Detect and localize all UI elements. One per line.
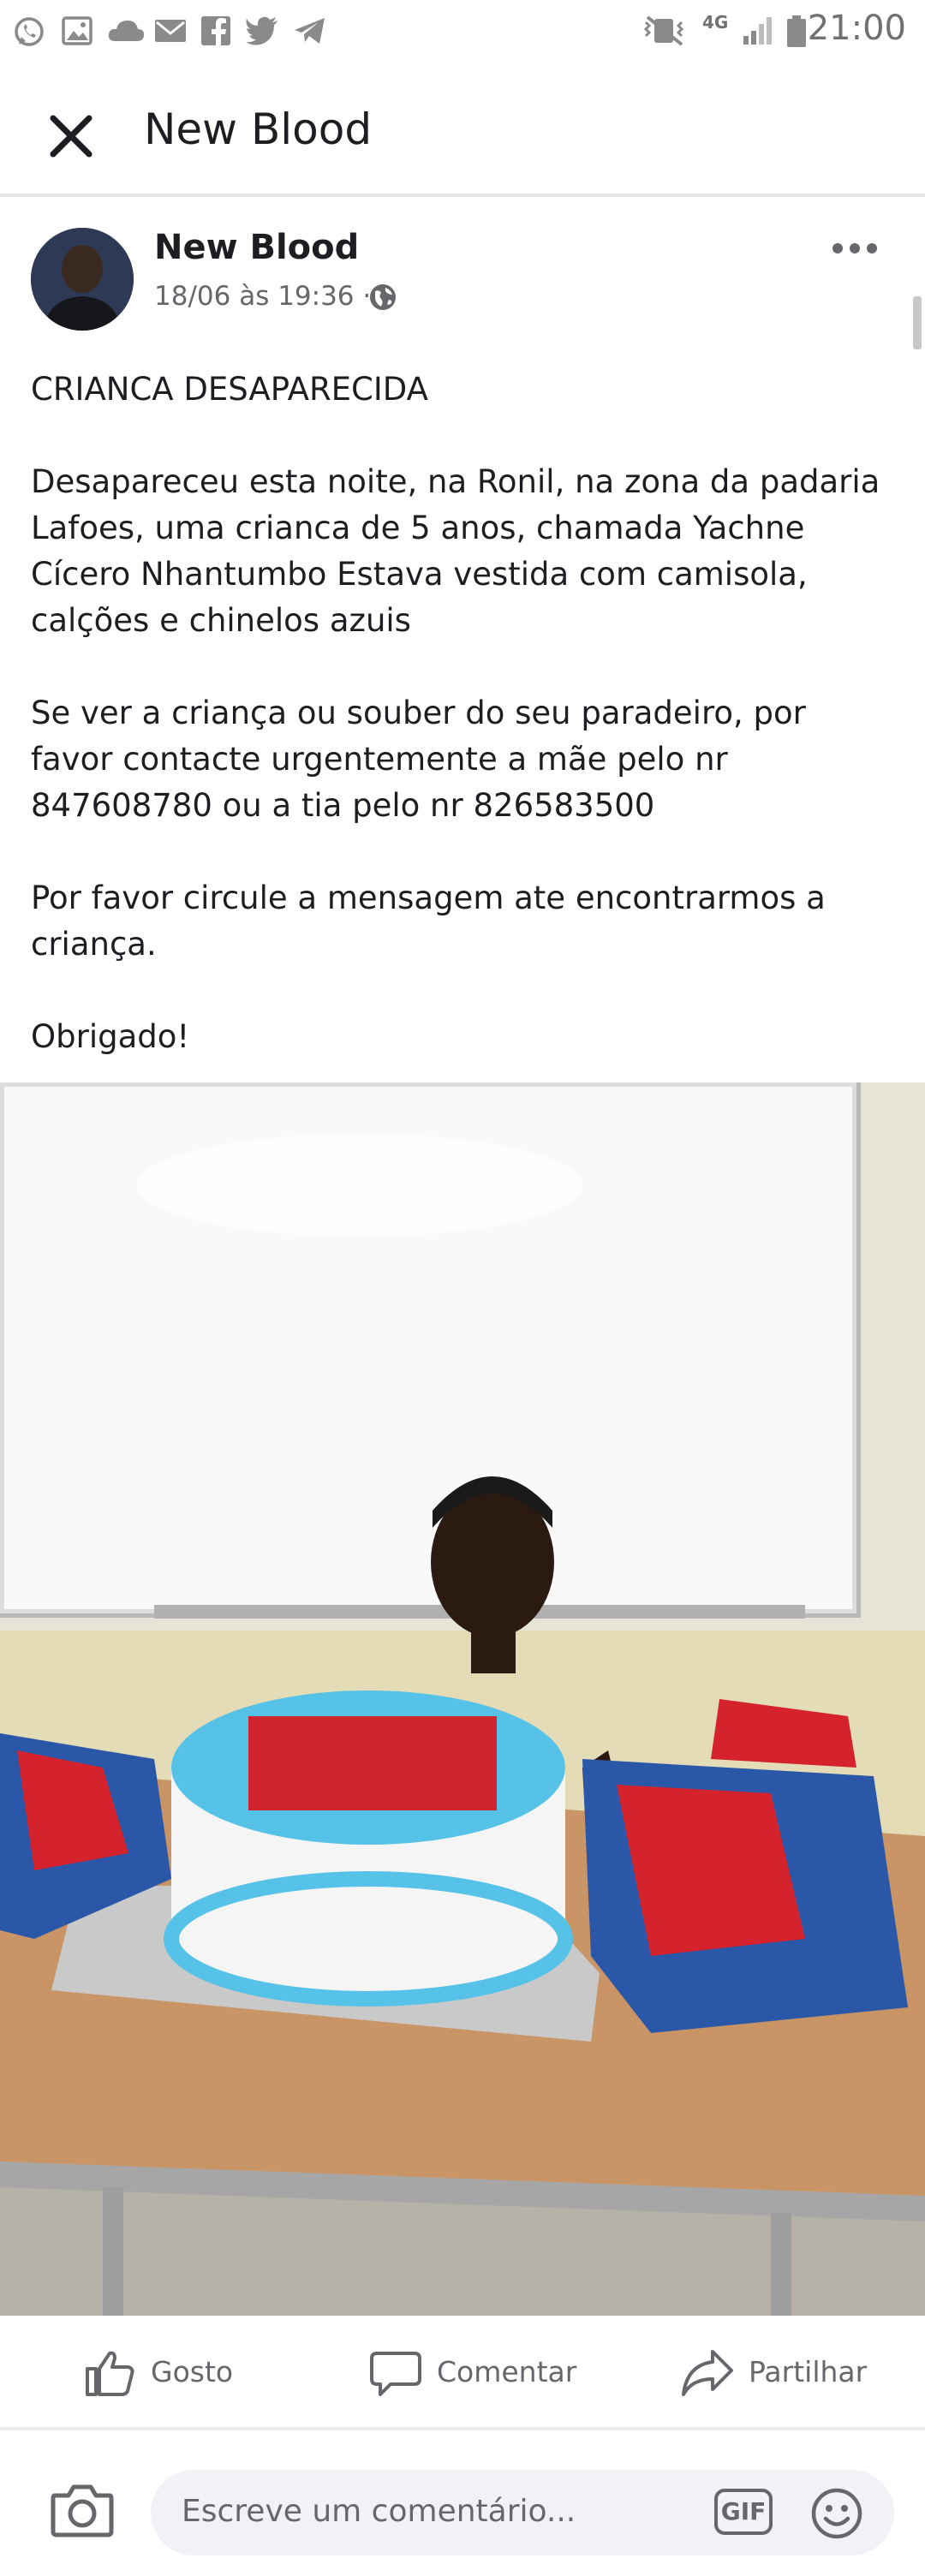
smiley-icon: [811, 2488, 862, 2539]
status-bar: 4G 21:00: [0, 0, 925, 65]
battery-icon: [787, 15, 806, 47]
comment-input[interactable]: Escreve um comentário... GIF: [151, 2470, 894, 2555]
share-arrow-icon: [682, 2350, 733, 2396]
post-paragraph: Desapareceu esta noite, na Ronil, na zon…: [31, 463, 880, 639]
header-title: New Blood: [144, 104, 373, 154]
header-divider: [0, 194, 925, 197]
like-label: Gosto: [151, 2355, 234, 2388]
post-author[interactable]: New Blood: [154, 228, 359, 267]
comment-button[interactable]: Comentar: [368, 2345, 582, 2400]
comment-label: Comentar: [437, 2355, 577, 2388]
clock: 21:00: [807, 9, 906, 48]
photo-child-with-cake: [0, 1082, 925, 2316]
gallery-icon: [62, 16, 92, 45]
post-paragraph: Se ver a criança ou souber do seu parade…: [31, 695, 806, 824]
signal-icon: [743, 17, 772, 45]
mail-icon: [155, 20, 186, 42]
camera-icon: [51, 2484, 114, 2537]
facebook-icon: [201, 16, 230, 46]
comment-composer: Escreve um comentário... GIF: [0, 2448, 925, 2576]
post-actions-bar: Gosto Comentar Partilhar: [0, 2316, 925, 2430]
app-header: New Blood: [0, 65, 925, 194]
whatsapp-icon: [15, 17, 44, 46]
telegram-icon: [295, 18, 325, 44]
profile-photo: [31, 228, 134, 331]
globe-icon: [370, 284, 396, 310]
more-options-button[interactable]: [829, 240, 880, 257]
more-dots-icon: [832, 243, 877, 253]
post-timestamp[interactable]: 18/06 às 19:36 ·: [154, 281, 371, 312]
emoji-button[interactable]: [810, 2487, 863, 2540]
post-paragraph: Obrigado!: [31, 1018, 190, 1055]
close-button[interactable]: [43, 108, 99, 164]
network-type-label: 4G: [702, 12, 729, 33]
gif-button[interactable]: GIF: [714, 2489, 773, 2535]
post-paragraph: Por favor circule a mensagem ate encontr…: [31, 880, 826, 963]
thumbs-up-icon: [86, 2351, 134, 2396]
mute-vibrate-icon: [643, 15, 684, 46]
avatar[interactable]: [31, 228, 134, 331]
scroll-indicator: [913, 296, 922, 349]
share-label: Partilhar: [749, 2355, 868, 2388]
cloud-icon: [108, 21, 145, 41]
post-body: CRIANCA DESAPARECIDA Desapareceu esta no…: [31, 367, 896, 1106]
twitter-icon: [246, 16, 278, 45]
post-paragraph: CRIANCA DESAPARECIDA: [31, 371, 428, 408]
share-button[interactable]: Partilhar: [680, 2345, 886, 2400]
close-icon: [50, 115, 92, 158]
comment-placeholder: Escreve um comentário...: [182, 2494, 576, 2529]
camera-button[interactable]: [50, 2482, 115, 2538]
post-photo[interactable]: [0, 1082, 925, 2316]
comment-bubble-icon: [370, 2352, 421, 2396]
like-button[interactable]: Gosto: [82, 2345, 254, 2400]
